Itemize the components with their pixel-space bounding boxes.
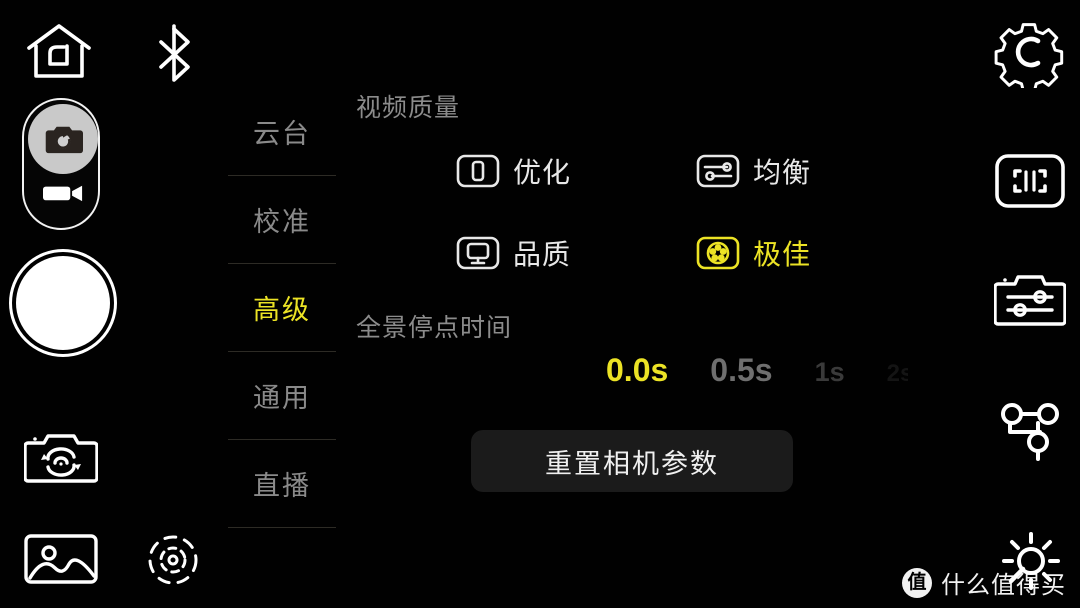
watermark: 值 什么值得买 [902,565,1066,600]
panorama-stop-time-title: 全景停点时间 [356,314,513,342]
quality-option-quality[interactable]: 品质 [456,212,696,294]
panorama-stop-time-carousel[interactable]: 0.0s 0.5s 1s 2s [356,352,908,414]
tab-advanced[interactable]: 高级 [228,264,336,352]
settings-content: 视频质量 优化 均衡 品质 极佳 全景停点时间 0.0s 0.5s 1s 2s … [356,88,908,492]
stop-time-option[interactable]: 0.5s [710,352,772,389]
quality-option-excellent[interactable]: 极佳 [696,212,936,294]
stop-time-option[interactable]: 1s [815,357,845,388]
stop-time-option[interactable]: 0.0s [606,352,668,389]
watermark-text: 什么值得买 [941,572,1066,599]
node-branch-icon[interactable] [996,398,1066,466]
settings-tab-strip: 云台 校准 高级 通用 直播 [228,88,336,528]
camera-app-screen: 云台 校准 高级 通用 直播 视频质量 优化 均衡 品质 极佳 全景停点时间 0… [0,0,1080,608]
capture-mode-toggle[interactable] [22,98,100,230]
shutter-button[interactable] [9,249,117,357]
shutter-inner [16,256,110,350]
video-quality-title: 视频质量 [356,94,461,122]
quality-option-label: 极佳 [753,239,812,270]
framing-brackets-icon[interactable] [994,152,1066,214]
camera-switch-icon[interactable] [24,425,98,487]
home-icon[interactable] [24,20,94,84]
reset-camera-parameters-button[interactable]: 重置相机参数 [471,430,793,492]
quality-option-balanced[interactable]: 均衡 [696,130,936,212]
tab-calibration[interactable]: 校准 [228,176,336,264]
tab-gimbal[interactable]: 云台 [228,88,336,176]
quality-option-optimized[interactable]: 优化 [456,130,696,212]
video-camera-icon[interactable] [28,166,98,220]
quality-option-label: 品质 [513,239,572,270]
quality-option-label: 均衡 [753,157,812,188]
bluetooth-icon[interactable] [152,22,196,84]
phone-frame-icon [456,154,500,188]
tab-general[interactable]: 通用 [228,352,336,440]
film-reel-icon [696,236,740,270]
stop-time-option[interactable]: 2s [887,360,908,388]
quality-option-label: 优化 [513,157,572,188]
tab-live[interactable]: 直播 [228,440,336,528]
gallery-icon[interactable] [22,528,100,590]
camera-sliders-icon[interactable] [994,262,1066,332]
monitor-icon [456,236,500,270]
watermark-badge: 值 [902,567,932,598]
sliders-icon [696,154,740,188]
focus-target-icon[interactable] [145,532,201,588]
settings-panel: 云台 校准 高级 通用 直播 视频质量 优化 均衡 品质 极佳 全景停点时间 0… [228,88,908,538]
photo-camera-icon[interactable] [28,104,98,174]
gear-c-icon[interactable] [992,14,1066,88]
video-quality-options: 优化 均衡 品质 极佳 [456,130,908,294]
